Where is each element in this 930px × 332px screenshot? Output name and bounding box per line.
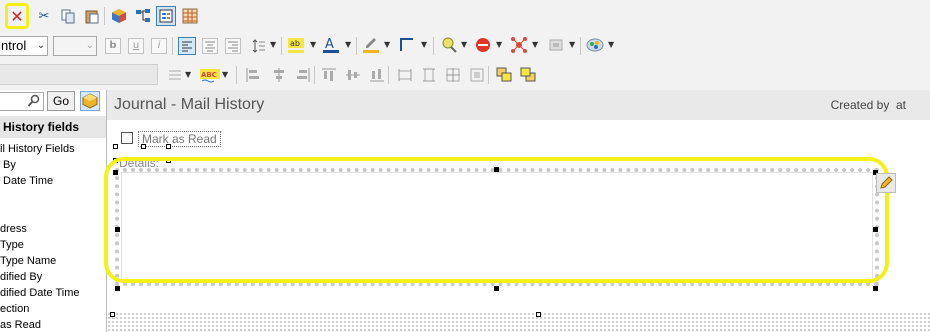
form-design-area: Mark as Read Details: (104, 120, 930, 332)
control-source-field[interactable] (0, 64, 158, 85)
highlight-color-icon[interactable]: ab (287, 36, 305, 54)
toolbar-row-3: ▼ ABC ▼ (0, 60, 930, 90)
underline-button[interactable]: u (128, 38, 144, 54)
form-footer-grid (107, 312, 930, 332)
frame-icon[interactable] (547, 36, 565, 54)
page-title: Journal - Mail History (114, 96, 265, 113)
svg-text:A: A (325, 37, 334, 52)
network-icon[interactable] (510, 36, 528, 54)
align-center-button[interactable] (202, 38, 218, 54)
align-right-button[interactable] (225, 38, 241, 54)
center-both-icon[interactable] (444, 66, 462, 84)
field-item[interactable]: Type (0, 239, 24, 252)
fields-panel-header: History fields (0, 116, 106, 138)
chevron-down-icon[interactable]: ▼ (608, 40, 614, 49)
chevron-down-icon[interactable]: ▼ (569, 40, 575, 49)
toolbar-row-2: ntrol ⌄ ⌄ b u i ▼ ab ▼ A ▼ ▼ ▼ ▼ ▼ ▼ ▼ ▼ (0, 32, 930, 60)
border-icon[interactable] (398, 36, 416, 54)
align-bottom-icon[interactable] (368, 66, 386, 84)
same-size-icon[interactable] (468, 66, 486, 84)
chevron-down-icon: ⌄ (36, 40, 45, 51)
field-item[interactable]: By (3, 159, 16, 172)
align-left-edge-icon[interactable] (244, 66, 262, 84)
go-button[interactable]: Go (47, 91, 75, 111)
chevron-down-icon[interactable]: ▼ (270, 40, 276, 49)
fields-panel: Go History fields il History Fields By D… (0, 90, 107, 332)
field-item[interactable]: Type Name (0, 255, 56, 268)
field-item[interactable]: dified By (0, 271, 42, 284)
edit-pencil-icon[interactable] (876, 173, 896, 193)
same-height-icon[interactable] (420, 66, 438, 84)
theme-icon[interactable] (586, 36, 604, 54)
bring-to-front-icon[interactable] (495, 66, 513, 84)
spelling-icon[interactable]: ABC (200, 66, 220, 84)
created-by-label: Created by at (830, 98, 906, 112)
align-top-icon[interactable] (320, 66, 338, 84)
font-name-select[interactable]: ntrol ⌄ (0, 36, 48, 56)
spacing-icon[interactable] (250, 37, 268, 55)
field-item[interactable]: dified Date Time (0, 287, 79, 300)
search-icon[interactable] (27, 94, 41, 108)
svg-text:ABC: ABC (201, 71, 217, 79)
chevron-down-icon: ⌄ (85, 40, 94, 51)
align-right-edge-icon[interactable] (294, 66, 312, 84)
chevron-down-icon[interactable]: ▼ (345, 40, 351, 49)
align-center-edge-icon[interactable] (270, 66, 288, 84)
chevron-down-icon[interactable]: ▼ (421, 40, 427, 49)
highlight-annotation (104, 157, 889, 283)
align-middle-icon[interactable] (344, 66, 362, 84)
cut-icon[interactable]: ✂ (35, 7, 53, 25)
font-name-value: ntrol (1, 38, 27, 53)
pin-icon[interactable] (440, 36, 458, 54)
chevron-down-icon[interactable]: ▼ (496, 40, 502, 49)
cube-icon[interactable] (110, 7, 128, 25)
form-view-icon[interactable] (156, 6, 176, 26)
field-item[interactable]: as Read (0, 319, 41, 332)
field-item[interactable]: Date Time (3, 175, 53, 188)
italic-button[interactable]: i (151, 38, 167, 54)
chevron-down-icon[interactable]: ▼ (384, 40, 390, 49)
field-item[interactable]: dress (0, 223, 27, 236)
bold-button[interactable]: b (105, 38, 121, 54)
tree-icon[interactable] (134, 7, 152, 25)
form-title-bar: Journal - Mail History Created by at (107, 90, 930, 120)
field-item[interactable]: il History Fields (0, 143, 75, 156)
svg-text:ab: ab (290, 39, 300, 48)
chevron-down-icon[interactable]: ▼ (222, 70, 228, 79)
align-left-button[interactable] (178, 37, 196, 55)
font-color-icon[interactable]: A (322, 36, 340, 54)
delete-icon[interactable]: ✕ (8, 7, 26, 26)
font-size-select[interactable]: ⌄ (53, 36, 97, 56)
mark-as-read-label: Mark as Read (138, 131, 221, 147)
mark-as-read-checkbox[interactable] (121, 132, 133, 144)
table-view-icon[interactable] (181, 7, 199, 25)
toolbar-row-1: ✕ ✂ (0, 0, 930, 32)
field-list-icon[interactable] (80, 91, 100, 111)
stop-icon[interactable] (474, 36, 492, 54)
field-item[interactable]: ection (0, 303, 29, 316)
send-to-back-icon[interactable] (519, 66, 537, 84)
paste-icon[interactable] (83, 7, 101, 25)
copy-icon[interactable] (59, 7, 77, 25)
same-width-icon[interactable] (396, 66, 414, 84)
fill-color-icon[interactable] (362, 36, 380, 54)
chevron-down-icon[interactable]: ▼ (532, 40, 538, 49)
list-icon[interactable] (166, 66, 184, 84)
chevron-down-icon[interactable]: ▼ (310, 40, 316, 49)
chevron-down-icon[interactable]: ▼ (461, 40, 467, 49)
chevron-down-icon[interactable]: ▼ (185, 70, 191, 79)
